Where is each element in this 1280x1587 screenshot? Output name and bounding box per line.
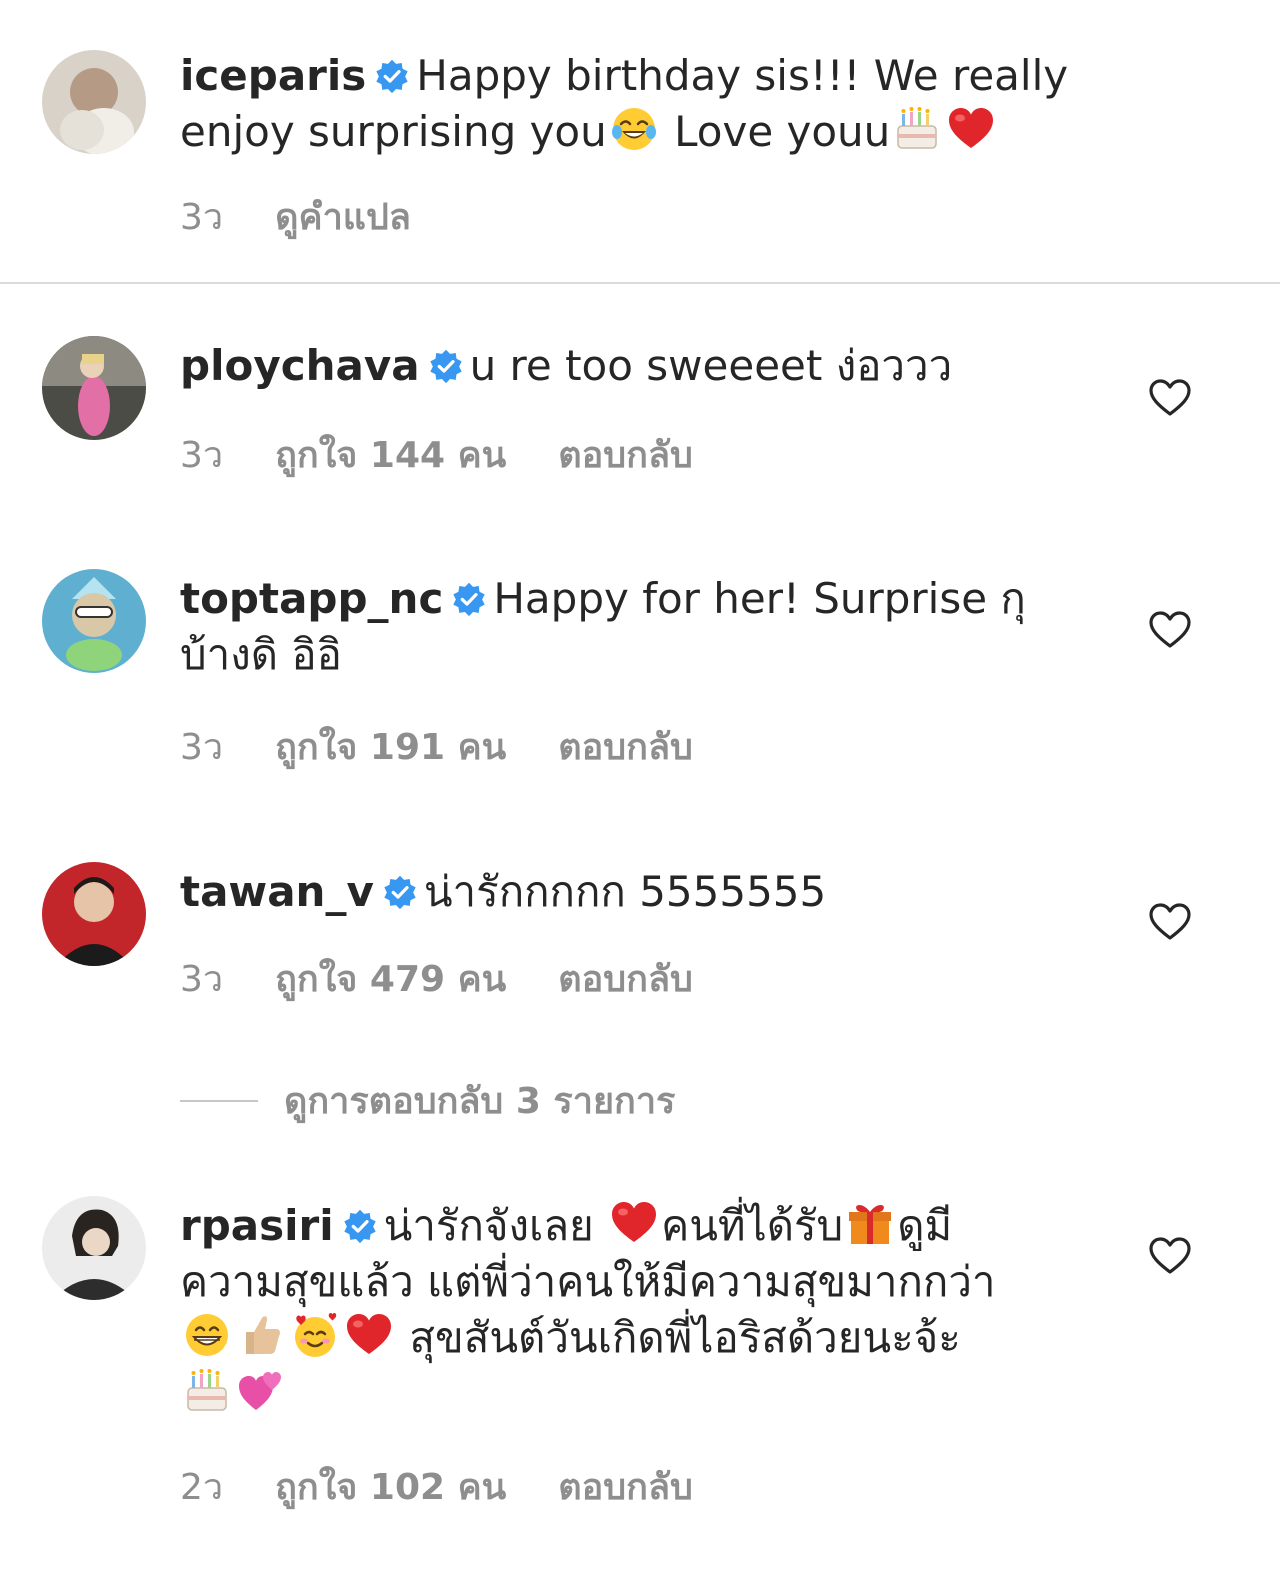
likes-count[interactable]: ถูกใจ 102 คน [275,1467,506,1508]
reply-button[interactable]: ตอบกลับ [558,959,693,1000]
comment-body: Love youu [660,107,891,156]
username[interactable]: iceparis [180,51,366,100]
avatar[interactable] [42,569,146,673]
comment-body: ความสุขแล้ว แต่พี่ว่าคนให้มีความสุขมากกว… [180,1257,996,1306]
username[interactable]: ploychava [180,341,420,390]
verified-badge-icon [428,348,464,384]
comment-meta: 3ว ถูกใจ 144 คน ตอบกลับ [180,426,745,483]
comment-text: iceparis Happy birthday sis!!! We really … [180,48,1120,160]
comment-body: Happy birthday sis!!! We really [416,51,1069,100]
birthday-cake-icon [182,1366,232,1416]
comment-body: น่ารักกกกก 5555555 [423,867,827,916]
view-replies-line [180,1099,258,1102]
comment-meta: 3ว ถูกใจ 479 คน ตอบกลับ [180,950,745,1007]
smiling-face-with-hearts-icon [290,1310,340,1360]
comment-body: สุขสันต์วันเกิดพี่ไอริสด้วยนะจ้ะ [409,1313,961,1362]
verified-badge-icon [342,1208,378,1244]
username[interactable]: tawan_v [180,867,374,916]
avatar[interactable] [42,336,146,440]
comment-text: ploychava u re too sweeeet ง่อววว [180,338,1120,394]
divider [0,282,1280,284]
like-heart-icon[interactable] [1148,1236,1192,1276]
view-replies-label[interactable]: ดูการตอบกลับ 3 รายการ [284,1081,675,1122]
comment-body: คนที่ได้รับ [661,1201,844,1250]
reply-button[interactable]: ตอบกลับ [558,727,693,768]
birthday-cake-icon [892,104,942,154]
comment-text: tawan_v น่ารักกกกก 5555555 [180,864,1120,920]
like-heart-icon[interactable] [1148,610,1192,650]
comment-body: น่ารักจังเลย [383,1201,594,1250]
reply-button[interactable]: ตอบกลับ [558,435,693,476]
comment-body: Happy for her! Surprise กุ [493,574,1026,623]
comment-time: 2ว [180,1467,224,1508]
avatar[interactable] [42,50,146,154]
face-with-tears-of-joy-icon [609,104,659,154]
comment-body: บ้างดิ อิอิ [180,630,342,679]
comment-meta: 2ว ถูกใจ 102 คน ตอบกลับ [180,1458,745,1515]
verified-badge-icon [374,58,410,94]
avatar[interactable] [42,1196,146,1300]
likes-count[interactable]: ถูกใจ 479 คน [275,959,506,1000]
red-heart-icon [946,104,996,154]
like-heart-icon[interactable] [1148,902,1192,942]
likes-count[interactable]: ถูกใจ 191 คน [275,727,506,768]
comment-text: rpasiri น่ารักจังเลย คนที่ได้รับ ดูมี ความ… [180,1198,1120,1422]
likes-count[interactable]: ถูกใจ 144 คน [275,435,506,476]
comment-text: toptapp_nc Happy for her! Surprise กุ บ้า… [180,571,1120,683]
red-heart-icon [609,1198,659,1248]
username[interactable]: rpasiri [180,1201,334,1250]
comment-time: 3ว [180,959,224,1000]
verified-badge-icon [382,874,418,910]
view-replies-button[interactable]: ดูการตอบกลับ 3 รายการ [180,1072,675,1129]
red-heart-icon [344,1310,394,1360]
thumbs-up-icon [236,1310,286,1360]
comment-meta: 3ว ดูคำแปล [180,188,463,245]
comment-time: 3ว [180,435,224,476]
comment-body: enjoy surprising you [180,107,607,156]
comment-time: 3ว [180,727,224,768]
username[interactable]: toptapp_nc [180,574,443,623]
comment-body: ดูมี [897,1201,953,1250]
two-hearts-icon [236,1366,286,1416]
comment-time: 3ว [180,197,224,238]
avatar[interactable] [42,862,146,966]
reply-button[interactable]: ตอบกลับ [558,1467,693,1508]
grinning-face-icon [182,1310,232,1360]
comment-meta: 3ว ถูกใจ 191 คน ตอบกลับ [180,718,745,775]
like-heart-icon[interactable] [1148,378,1192,418]
wrapped-gift-icon [845,1198,895,1248]
translate-link[interactable]: ดูคำแปล [275,197,411,238]
verified-badge-icon [451,581,487,617]
comment-body: u re too sweeeet ง่อววว [469,341,953,390]
